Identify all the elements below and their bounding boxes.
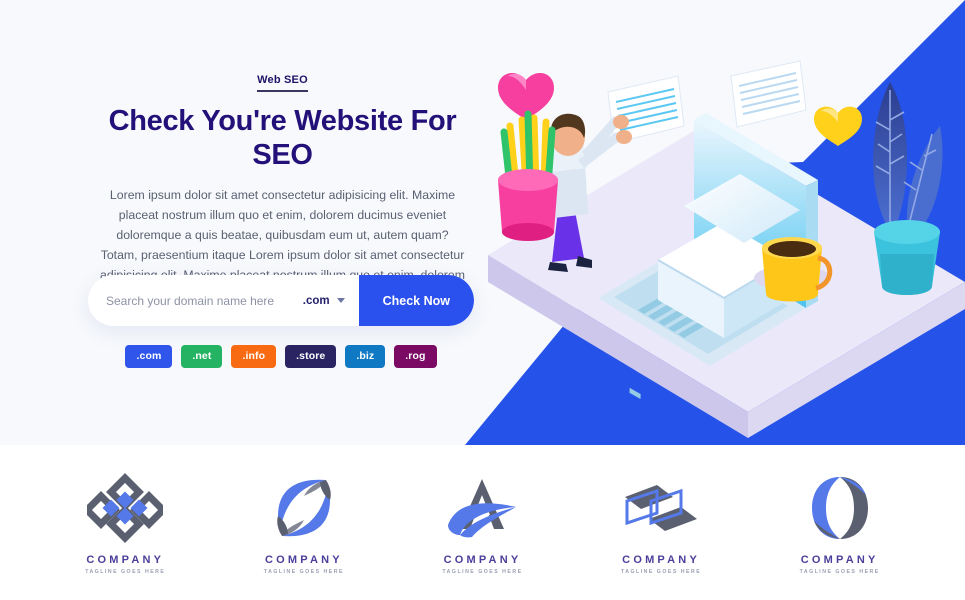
search-input[interactable] [88, 275, 295, 326]
logo-item-4[interactable]: COMPANY TAGLINE GOES HERE [586, 471, 736, 575]
chevron-down-icon [336, 298, 345, 303]
letter-a-swoosh-logo-icon [442, 471, 522, 545]
tld-dropdown-value: .com [302, 294, 330, 307]
logo-tagline: TAGLINE GOES HERE [85, 568, 166, 575]
landing-page: Web SEO Check You're Website For SEO Lor… [0, 0, 965, 600]
hero-illustration [488, 10, 965, 445]
logo-item-2[interactable]: COMPANY TAGLINE GOES HERE [229, 471, 379, 575]
logo-company-name: COMPANY [86, 553, 165, 566]
logo-company-name: COMPANY [443, 553, 522, 566]
logo-item-5[interactable]: COMPANY TAGLINE GOES HERE [765, 471, 915, 575]
tld-badge[interactable]: .rog [394, 345, 437, 369]
tld-badge[interactable]: .store [285, 345, 337, 369]
tld-badge[interactable]: .com [125, 345, 173, 369]
hero-section: Web SEO Check You're Website For SEO Lor… [0, 0, 965, 445]
floating-message-panel-right [730, 60, 807, 128]
logo-company-name: COMPANY [622, 553, 700, 566]
tld-badge[interactable]: .info [231, 345, 277, 369]
eyebrow-label: Web SEO [257, 74, 308, 92]
yellow-heart-icon [814, 106, 862, 146]
tld-badge-list: .com .net .info .store .biz .rog [88, 345, 474, 369]
check-now-button[interactable]: Check Now [358, 275, 474, 326]
logo-tagline: TAGLINE GOES HERE [620, 568, 702, 575]
logo-tagline: TAGLINE GOES HERE [442, 568, 523, 575]
page-title: Check You're Website For SEO [108, 105, 457, 172]
tld-badge[interactable]: .net [181, 345, 223, 369]
domain-search-bar: .com Check Now [88, 275, 474, 326]
tld-dropdown[interactable]: .com [295, 275, 359, 326]
tld-badge[interactable]: .biz [345, 345, 386, 369]
logo-tagline: TAGLINE GOES HERE [263, 568, 344, 575]
partner-logo-band: COMPANY TAGLINE GOES HERE COMPANY TAGLIN… [10, 445, 955, 600]
logo-company-name: COMPANY [264, 553, 343, 566]
logo-company-name: COMPANY [800, 553, 879, 566]
circle-split-logo-icon [804, 471, 876, 545]
swirl-square-logo-icon [268, 471, 340, 545]
diamond-cluster-logo-icon [87, 471, 164, 545]
pencil-cup [498, 110, 558, 241]
logo-item-3[interactable]: COMPANY TAGLINE GOES HERE [407, 471, 557, 575]
logo-tagline: TAGLINE GOES HERE [799, 568, 880, 575]
potted-plant [873, 82, 943, 295]
logo-item-1[interactable]: COMPANY TAGLINE GOES HERE [50, 471, 200, 575]
double-chevron-logo-icon [621, 471, 701, 545]
